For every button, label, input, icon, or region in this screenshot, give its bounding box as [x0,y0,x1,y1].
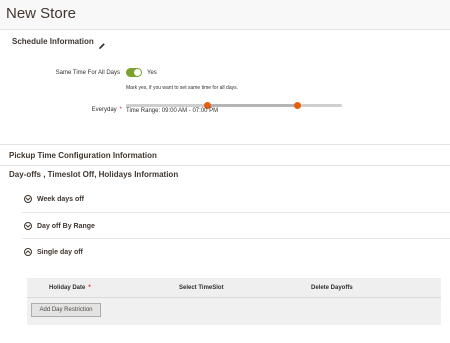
add-day-restriction-button[interactable]: Add Day Restriction [31,303,101,317]
divider [0,165,450,166]
time-range-slider[interactable] [126,102,342,109]
chevron-down-icon [24,222,32,230]
slider-selected-range [208,104,298,107]
column-holiday-date-text: Holiday Date [49,285,86,291]
toggle-value-label: Yes [147,70,157,76]
schedule-section-title: Schedule Information [12,37,94,46]
single-day-off-label: Single day off [37,248,83,256]
required-mark: * [119,107,122,113]
same-time-toggle[interactable] [126,68,142,77]
time-range-text: Time Range: 09:00 AM - 07:00 PM [126,108,219,114]
chevron-up-icon [24,248,32,256]
column-holiday-date: Holiday Date * [49,285,91,291]
single-day-off-table: Holiday Date * Select TimeSlot Delete Day… [27,278,441,325]
column-delete-dayoffs: Delete Dayoffs [311,285,353,291]
week-days-off-label: Week days off [37,195,84,203]
table-header-row: Holiday Date * Select TimeSlot Delete Day… [27,278,441,298]
week-days-off-toggle[interactable]: Week days off [24,192,84,206]
same-time-label: Same Time For All Days [55,70,120,76]
single-day-off-toggle[interactable]: Single day off [24,245,83,259]
day-off-range-toggle[interactable]: Day off By Range [24,219,95,233]
divider [22,212,450,213]
everyday-label: Everyday * [60,107,122,113]
divider [0,144,450,145]
required-mark: * [88,285,91,291]
page-title: New Store [6,5,77,22]
pickup-section-title[interactable]: Pickup Time Configuration Information [9,151,157,160]
column-select-timeslot: Select TimeSlot [179,285,224,291]
divider [22,238,450,239]
slider-end-handle[interactable] [294,102,301,109]
chevron-down-icon [24,195,32,203]
dayoffs-section-title[interactable]: Day-offs , Timeslot Off, Holidays Inform… [9,170,178,179]
pencil-icon[interactable] [98,37,106,49]
page-header: New Store [0,0,450,30]
everyday-label-text: Everyday [91,107,117,113]
day-off-range-label: Day off By Range [37,222,95,230]
same-time-note: Mark yes, if you want to set same time f… [126,85,238,91]
